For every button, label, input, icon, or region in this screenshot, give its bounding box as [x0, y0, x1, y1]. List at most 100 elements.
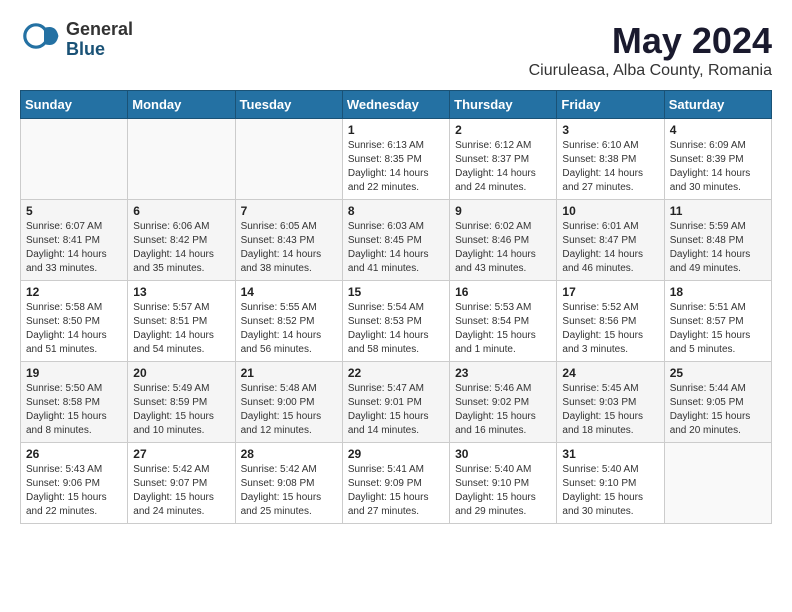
calendar-cell: 1 Sunrise: 6:13 AM Sunset: 8:35 PM Daylig… [342, 119, 449, 200]
cell-content: Sunrise: 6:01 AM Sunset: 8:47 PM Dayligh… [562, 220, 658, 276]
day-number: 8 [348, 204, 444, 218]
cell-content: Sunrise: 6:02 AM Sunset: 8:46 PM Dayligh… [455, 220, 551, 276]
day-number: 15 [348, 285, 444, 299]
cell-content: Sunrise: 5:52 AM Sunset: 8:56 PM Dayligh… [562, 301, 658, 357]
calendar-cell [235, 119, 342, 200]
day-number: 2 [455, 123, 551, 137]
day-number: 1 [348, 123, 444, 137]
calendar-cell: 22 Sunrise: 5:47 AM Sunset: 9:01 PM Dayli… [342, 362, 449, 443]
cell-content: Sunrise: 5:46 AM Sunset: 9:02 PM Dayligh… [455, 382, 551, 438]
cell-content: Sunrise: 5:47 AM Sunset: 9:01 PM Dayligh… [348, 382, 444, 438]
day-number: 4 [670, 123, 766, 137]
logo-text: General Blue [66, 20, 133, 60]
calendar-cell: 8 Sunrise: 6:03 AM Sunset: 8:45 PM Daylig… [342, 200, 449, 281]
day-number: 11 [670, 204, 766, 218]
day-number: 5 [26, 204, 122, 218]
calendar-cell: 18 Sunrise: 5:51 AM Sunset: 8:57 PM Dayli… [664, 281, 771, 362]
cell-content: Sunrise: 5:58 AM Sunset: 8:50 PM Dayligh… [26, 301, 122, 357]
calendar-cell: 13 Sunrise: 5:57 AM Sunset: 8:51 PM Dayli… [128, 281, 235, 362]
calendar-cell: 28Sunrise: 5:42 AM Sunset: 9:08 PM Dayli… [235, 443, 342, 524]
cell-content: Sunrise: 5:57 AM Sunset: 8:51 PM Dayligh… [133, 301, 229, 357]
weekday-header: Tuesday [235, 91, 342, 119]
cell-content: Sunrise: 6:03 AM Sunset: 8:45 PM Dayligh… [348, 220, 444, 276]
calendar-cell: 27Sunrise: 5:42 AM Sunset: 9:07 PM Dayli… [128, 443, 235, 524]
cell-content: Sunrise: 5:40 AM Sunset: 9:10 PM Dayligh… [562, 463, 658, 519]
logo-icon [20, 20, 60, 60]
cell-content: Sunrise: 5:49 AM Sunset: 8:59 PM Dayligh… [133, 382, 229, 438]
calendar-cell: 9 Sunrise: 6:02 AM Sunset: 8:46 PM Daylig… [450, 200, 557, 281]
logo-blue: Blue [66, 40, 133, 60]
cell-content: Sunrise: 5:42 AM Sunset: 9:08 PM Dayligh… [241, 463, 337, 519]
calendar-cell: 14Sunrise: 5:55 AM Sunset: 8:52 PM Dayli… [235, 281, 342, 362]
cell-content: Sunrise: 5:43 AM Sunset: 9:06 PM Dayligh… [26, 463, 122, 519]
calendar-cell: 6 Sunrise: 6:06 AM Sunset: 8:42 PM Daylig… [128, 200, 235, 281]
calendar-week-row: 19 Sunrise: 5:50 AM Sunset: 8:58 PM Dayli… [21, 362, 772, 443]
day-number: 3 [562, 123, 658, 137]
cell-content: Sunrise: 6:12 AM Sunset: 8:37 PM Dayligh… [455, 139, 551, 195]
calendar-cell: 30 Sunrise: 5:40 AM Sunset: 9:10 PM Dayli… [450, 443, 557, 524]
calendar-week-row: 1 Sunrise: 6:13 AM Sunset: 8:35 PM Daylig… [21, 119, 772, 200]
weekday-header: Sunday [21, 91, 128, 119]
day-number: 30 [455, 447, 551, 461]
day-number: 7 [241, 204, 337, 218]
page-header: General Blue May 2024 Ciuruleasa, Alba C… [20, 20, 772, 80]
weekday-header: Thursday [450, 91, 557, 119]
day-number: 29 [348, 447, 444, 461]
day-number: 19 [26, 366, 122, 380]
logo-general: General [66, 20, 133, 40]
calendar-cell: 23 Sunrise: 5:46 AM Sunset: 9:02 PM Dayli… [450, 362, 557, 443]
calendar-cell: 4Sunrise: 6:09 AM Sunset: 8:39 PM Daylig… [664, 119, 771, 200]
calendar-cell: 10 Sunrise: 6:01 AM Sunset: 8:47 PM Dayli… [557, 200, 664, 281]
calendar-cell: 15Sunrise: 5:54 AM Sunset: 8:53 PM Dayli… [342, 281, 449, 362]
subtitle: Ciuruleasa, Alba County, Romania [529, 62, 772, 80]
day-number: 10 [562, 204, 658, 218]
day-number: 21 [241, 366, 337, 380]
cell-content: Sunrise: 5:45 AM Sunset: 9:03 PM Dayligh… [562, 382, 658, 438]
calendar-week-row: 5 Sunrise: 6:07 AM Sunset: 8:41 PM Daylig… [21, 200, 772, 281]
weekday-header: Friday [557, 91, 664, 119]
calendar-cell: 29 Sunrise: 5:41 AM Sunset: 9:09 PM Dayli… [342, 443, 449, 524]
calendar-cell: 16Sunrise: 5:53 AM Sunset: 8:54 PM Dayli… [450, 281, 557, 362]
day-number: 20 [133, 366, 229, 380]
weekday-header: Wednesday [342, 91, 449, 119]
day-number: 16 [455, 285, 551, 299]
calendar-cell: 11 Sunrise: 5:59 AM Sunset: 8:48 PM Dayli… [664, 200, 771, 281]
calendar-cell: 25Sunrise: 5:44 AM Sunset: 9:05 PM Dayli… [664, 362, 771, 443]
day-number: 6 [133, 204, 229, 218]
day-number: 22 [348, 366, 444, 380]
calendar-cell: 12 Sunrise: 5:58 AM Sunset: 8:50 PM Dayli… [21, 281, 128, 362]
calendar-cell: 7 Sunrise: 6:05 AM Sunset: 8:43 PM Daylig… [235, 200, 342, 281]
cell-content: Sunrise: 5:48 AM Sunset: 9:00 PM Dayligh… [241, 382, 337, 438]
day-number: 18 [670, 285, 766, 299]
day-number: 9 [455, 204, 551, 218]
cell-content: Sunrise: 5:41 AM Sunset: 9:09 PM Dayligh… [348, 463, 444, 519]
day-number: 23 [455, 366, 551, 380]
cell-content: Sunrise: 6:07 AM Sunset: 8:41 PM Dayligh… [26, 220, 122, 276]
calendar-body: 1 Sunrise: 6:13 AM Sunset: 8:35 PM Daylig… [21, 119, 772, 524]
calendar-cell [128, 119, 235, 200]
cell-content: Sunrise: 5:50 AM Sunset: 8:58 PM Dayligh… [26, 382, 122, 438]
cell-content: Sunrise: 5:59 AM Sunset: 8:48 PM Dayligh… [670, 220, 766, 276]
day-number: 27 [133, 447, 229, 461]
cell-content: Sunrise: 5:55 AM Sunset: 8:52 PM Dayligh… [241, 301, 337, 357]
main-title: May 2024 [529, 20, 772, 62]
cell-content: Sunrise: 5:44 AM Sunset: 9:05 PM Dayligh… [670, 382, 766, 438]
calendar-cell: 21 Sunrise: 5:48 AM Sunset: 9:00 PM Dayli… [235, 362, 342, 443]
cell-content: Sunrise: 5:51 AM Sunset: 8:57 PM Dayligh… [670, 301, 766, 357]
calendar-week-row: 26 Sunrise: 5:43 AM Sunset: 9:06 PM Dayli… [21, 443, 772, 524]
cell-content: Sunrise: 6:13 AM Sunset: 8:35 PM Dayligh… [348, 139, 444, 195]
cell-content: Sunrise: 5:40 AM Sunset: 9:10 PM Dayligh… [455, 463, 551, 519]
cell-content: Sunrise: 6:05 AM Sunset: 8:43 PM Dayligh… [241, 220, 337, 276]
cell-content: Sunrise: 6:06 AM Sunset: 8:42 PM Dayligh… [133, 220, 229, 276]
weekday-header: Monday [128, 91, 235, 119]
calendar-cell: 3 Sunrise: 6:10 AM Sunset: 8:38 PM Daylig… [557, 119, 664, 200]
logo: General Blue [20, 20, 133, 60]
cell-content: Sunrise: 6:10 AM Sunset: 8:38 PM Dayligh… [562, 139, 658, 195]
day-number: 12 [26, 285, 122, 299]
day-number: 13 [133, 285, 229, 299]
day-number: 26 [26, 447, 122, 461]
calendar-cell [664, 443, 771, 524]
day-number: 24 [562, 366, 658, 380]
calendar-cell: 19 Sunrise: 5:50 AM Sunset: 8:58 PM Dayli… [21, 362, 128, 443]
calendar-cell: 17Sunrise: 5:52 AM Sunset: 8:56 PM Dayli… [557, 281, 664, 362]
